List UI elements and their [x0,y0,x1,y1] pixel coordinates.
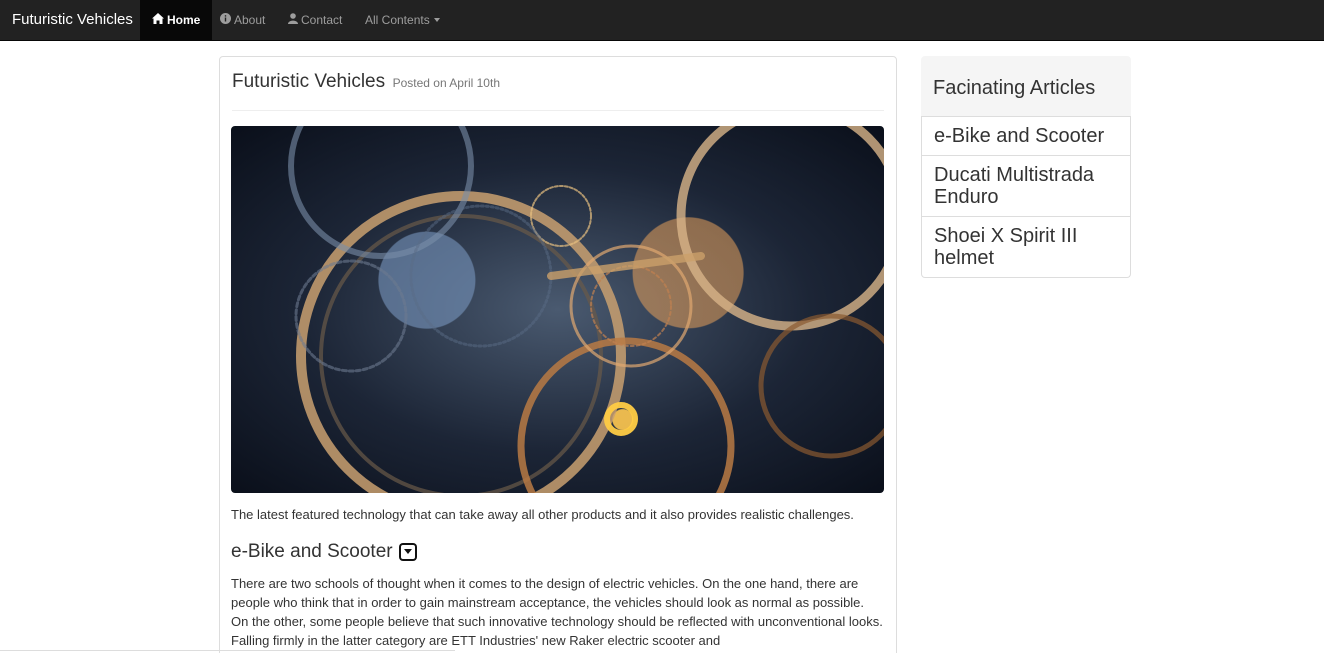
intro-text: The latest featured technology that can … [231,507,854,522]
sidebar-title: Facinating Articles [921,56,1131,116]
caret-down-icon [433,18,440,22]
user-icon [288,0,298,40]
nav-home-label: Home [167,13,201,27]
sidebar-item-ebike[interactable]: e-Bike and Scooter [921,116,1131,156]
info-icon [220,0,231,40]
home-icon [152,0,164,40]
sidebar: Facinating Articles e-Bike and Scooter D… [921,56,1131,278]
section-heading: e-Bike and Scooter [231,541,417,563]
nav-contact-label: Contact [301,13,343,27]
top-navbar: Futuristic Vehicles Home About Contact A… [0,0,1324,41]
hero-image-gears [231,126,884,493]
posted-date: Posted on April 10th [392,76,500,90]
nav-all-contents-dropdown[interactable]: All Contents [365,0,440,40]
caret-square-down-icon[interactable] [398,543,417,561]
nav-all-contents-label: All Contents [365,13,430,27]
page-title: Futuristic Vehicles [232,71,386,92]
sidebar-item-shoei[interactable]: Shoei X Spirit III helmet [921,217,1131,278]
nav-about[interactable]: About [220,0,265,40]
panel-header: Futuristic Vehicles Posted on April 10th [232,71,884,111]
nav-contact[interactable]: Contact [288,0,342,40]
main-panel: Futuristic Vehicles Posted on April 10th… [219,56,897,653]
nav-home[interactable]: Home [140,0,213,40]
section-body-text: There are two schools of thought when it… [231,576,883,648]
gears-illustration [288,126,884,493]
brand-link[interactable]: Futuristic Vehicles [12,11,133,28]
sidebar-item-ducati[interactable]: Ducati Multistrada Enduro [921,156,1131,217]
divider [0,650,455,651]
nav-about-label: About [234,13,266,27]
section-title: e-Bike and Scooter [231,541,393,562]
